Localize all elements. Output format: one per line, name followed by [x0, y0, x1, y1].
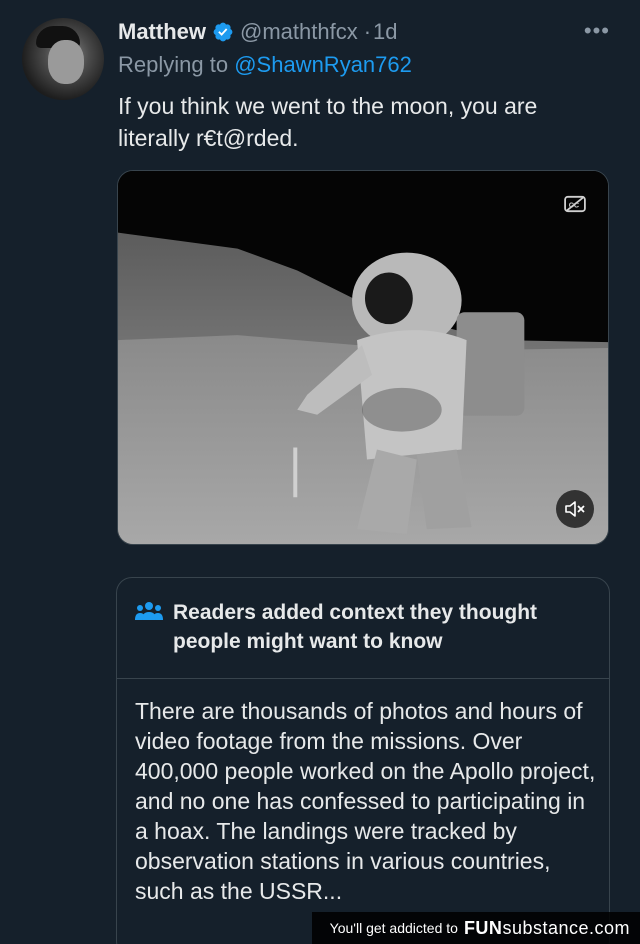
community-note[interactable]: Readers added context they thought peopl…	[116, 577, 610, 944]
replying-to-label: Replying to	[118, 52, 229, 77]
replying-to: Replying to @ShawnRyan762	[118, 52, 412, 78]
replying-to-mention[interactable]: @ShawnRyan762	[234, 52, 412, 77]
closed-captions-off-icon[interactable]: CC	[564, 195, 586, 213]
video-player[interactable]: CC	[117, 170, 609, 545]
people-icon	[135, 602, 163, 620]
community-note-body: There are thousands of photos and hours …	[135, 698, 596, 904]
tweet-text: If you think we went to the moon, you ar…	[118, 93, 538, 151]
mute-button[interactable]	[556, 490, 594, 528]
separator: ·	[363, 19, 372, 44]
watermark: You'll get addicted to FUNsubstance.com	[311, 912, 640, 944]
author-name[interactable]: Matthew	[118, 19, 206, 45]
avatar[interactable]	[22, 18, 104, 100]
verified-badge-icon	[213, 22, 233, 42]
more-options-icon[interactable]: •••	[584, 18, 610, 44]
watermark-text: You'll get addicted to	[329, 920, 458, 936]
timestamp[interactable]: 1d	[373, 19, 397, 45]
watermark-brand: FUNsubstance.com	[463, 917, 630, 938]
community-note-title: Readers added context they thought peopl…	[173, 601, 538, 653]
tweet-header: Matthew @maththfcx · 1d	[118, 16, 398, 48]
moon-surface-image	[118, 232, 608, 544]
tweet: Matthew @maththfcx · 1d ••• Replying to …	[0, 0, 640, 944]
divider	[117, 678, 609, 679]
author-handle[interactable]: @maththfcx	[240, 19, 358, 45]
speaker-muted-icon	[565, 501, 585, 517]
